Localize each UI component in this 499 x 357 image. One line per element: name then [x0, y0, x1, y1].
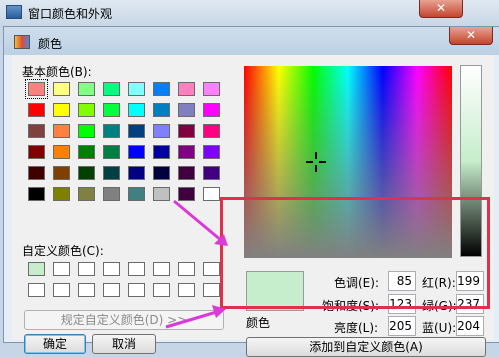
crosshair-cursor	[306, 152, 326, 172]
basic-color-swatch[interactable]	[203, 124, 220, 138]
basic-color-swatch[interactable]	[103, 103, 120, 117]
basic-color-swatch[interactable]	[178, 82, 195, 96]
basic-color-swatch[interactable]	[53, 166, 70, 180]
basic-color-swatch[interactable]	[78, 166, 95, 180]
basic-color-swatch[interactable]	[25, 79, 48, 99]
custom-color-swatch[interactable]	[153, 283, 170, 297]
basic-color-swatch[interactable]	[178, 145, 195, 159]
window-icon	[6, 5, 22, 19]
basic-color-swatch[interactable]	[153, 82, 170, 96]
basic-color-swatch[interactable]	[103, 145, 120, 159]
outer-close-button[interactable]: ✕	[419, 0, 463, 18]
custom-color-swatch[interactable]	[103, 262, 120, 276]
basic-color-swatch[interactable]	[128, 145, 145, 159]
custom-color-swatch[interactable]	[178, 262, 195, 276]
basic-color-swatch[interactable]	[178, 187, 195, 201]
custom-color-swatch[interactable]	[103, 283, 120, 297]
basic-color-swatch[interactable]	[128, 103, 145, 117]
dialog-titlebar: 颜色 ✕	[4, 27, 499, 55]
basic-color-swatch[interactable]	[78, 103, 95, 117]
custom-color-swatch[interactable]	[128, 283, 145, 297]
preview-label: 颜色	[246, 316, 271, 330]
basic-color-swatch[interactable]	[103, 124, 120, 138]
custom-colors-label: 自定义颜色(C):	[22, 244, 104, 258]
luminance-label: 亮度(L):	[334, 321, 379, 335]
basic-color-swatch[interactable]	[203, 145, 220, 159]
add-to-custom-colors-button[interactable]: 添加到自定义颜色(A)	[246, 337, 486, 357]
basic-color-swatch[interactable]	[28, 166, 45, 180]
basic-color-swatch[interactable]	[103, 166, 120, 180]
basic-color-swatch[interactable]	[153, 145, 170, 159]
dialog-title: 颜色	[38, 37, 63, 51]
highlight-box	[220, 197, 490, 309]
custom-color-swatch[interactable]	[78, 262, 95, 276]
basic-color-swatch[interactable]	[178, 124, 195, 138]
basic-color-swatch[interactable]	[178, 103, 195, 117]
basic-color-swatch[interactable]	[153, 103, 170, 117]
basic-color-swatch[interactable]	[153, 166, 170, 180]
basic-color-swatch[interactable]	[203, 103, 220, 117]
basic-color-swatch[interactable]	[153, 187, 170, 201]
basic-color-swatch[interactable]	[28, 124, 45, 138]
basic-color-swatch[interactable]	[128, 124, 145, 138]
cancel-button[interactable]: 取消	[92, 334, 156, 354]
luminance-input[interactable]: 205	[388, 316, 416, 336]
define-custom-colors-button[interactable]: 规定自定义颜色(D) >>	[24, 310, 224, 330]
basic-color-swatch[interactable]	[103, 187, 120, 201]
custom-color-swatch[interactable]	[128, 262, 145, 276]
outer-window-titlebar: 窗口颜色和外观 ✕	[0, 0, 499, 26]
dialog-close-button[interactable]: ✕	[449, 27, 493, 45]
custom-color-swatch[interactable]	[203, 283, 220, 297]
basic-colors-label: 基本颜色(B):	[22, 65, 92, 79]
blue-label: 蓝(U):	[422, 321, 457, 335]
custom-color-swatch[interactable]	[53, 283, 70, 297]
basic-color-swatch[interactable]	[78, 187, 95, 201]
custom-color-swatch[interactable]	[28, 262, 45, 276]
ok-button[interactable]: 确定	[24, 334, 86, 354]
palette-icon	[14, 35, 30, 49]
basic-color-swatch[interactable]	[28, 145, 45, 159]
basic-color-swatch[interactable]	[153, 124, 170, 138]
custom-color-swatch[interactable]	[53, 262, 70, 276]
basic-color-swatch[interactable]	[78, 82, 95, 96]
custom-color-swatch[interactable]	[28, 283, 45, 297]
basic-color-swatch[interactable]	[103, 82, 120, 96]
basic-color-swatch[interactable]	[128, 187, 145, 201]
basic-colors-grid	[25, 79, 220, 201]
basic-color-swatch[interactable]	[178, 166, 195, 180]
blue-input[interactable]: 204	[456, 316, 484, 336]
basic-color-swatch[interactable]	[203, 166, 220, 180]
basic-color-swatch[interactable]	[78, 124, 95, 138]
basic-color-swatch[interactable]	[53, 82, 70, 96]
basic-color-swatch[interactable]	[28, 187, 45, 201]
basic-color-swatch[interactable]	[203, 82, 220, 96]
basic-color-swatch[interactable]	[128, 166, 145, 180]
basic-color-swatch[interactable]	[203, 187, 220, 201]
basic-color-swatch[interactable]	[28, 103, 45, 117]
custom-color-swatch[interactable]	[203, 262, 220, 276]
custom-color-swatch[interactable]	[178, 283, 195, 297]
custom-colors-grid	[28, 262, 220, 297]
basic-color-swatch[interactable]	[53, 124, 70, 138]
custom-color-swatch[interactable]	[78, 283, 95, 297]
basic-color-swatch[interactable]	[53, 145, 70, 159]
basic-color-swatch[interactable]	[53, 187, 70, 201]
basic-color-swatch[interactable]	[53, 103, 70, 117]
basic-color-swatch[interactable]	[128, 82, 145, 96]
basic-color-swatch[interactable]	[78, 145, 95, 159]
custom-color-swatch[interactable]	[153, 262, 170, 276]
outer-window-title: 窗口颜色和外观	[28, 7, 113, 21]
